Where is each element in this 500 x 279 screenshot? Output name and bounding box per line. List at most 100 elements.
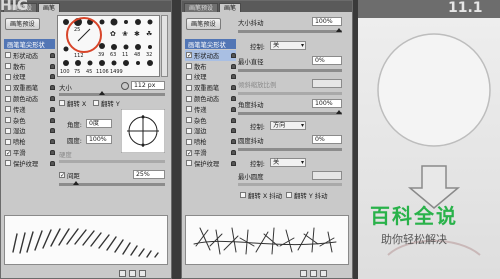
roundness-input[interactable]: 100% — [86, 135, 112, 144]
grid-view-icon[interactable] — [310, 269, 317, 277]
checkbox[interactable] — [186, 149, 192, 156]
lock-icon[interactable] — [231, 106, 236, 112]
toggle-preview-icon[interactable] — [300, 269, 307, 277]
brush-presets-button[interactable]: 画笔预设 — [186, 18, 221, 30]
tab-brush[interactable]: 画笔 — [38, 3, 61, 12]
lock-icon[interactable] — [50, 96, 55, 102]
checkbox[interactable] — [5, 138, 11, 145]
brush-angle-roundness-widget[interactable] — [121, 109, 165, 153]
lock-icon[interactable] — [231, 96, 236, 102]
slider-knob[interactable] — [99, 91, 105, 95]
list-item-color-dynamics[interactable]: 颜色动态 — [4, 93, 55, 104]
lock-icon[interactable] — [231, 74, 236, 80]
checkbox[interactable] — [5, 52, 11, 59]
checkbox[interactable] — [5, 106, 11, 113]
toggle-preview-icon[interactable] — [119, 269, 126, 277]
spacing-slider[interactable] — [59, 181, 165, 186]
checkbox[interactable] — [186, 73, 192, 80]
list-item-transfer[interactable]: 传递 — [185, 104, 236, 115]
checkbox[interactable] — [186, 63, 192, 70]
lock-icon[interactable] — [231, 160, 236, 166]
lock-icon[interactable] — [50, 74, 55, 80]
tab-brush-presets[interactable]: 画笔预设 — [184, 3, 219, 12]
lock-icon[interactable] — [50, 52, 55, 58]
list-item-scattering[interactable]: 散布 — [185, 61, 236, 72]
angle-jitter-slider[interactable] — [238, 110, 342, 115]
flip-y-checkbox[interactable] — [93, 100, 99, 106]
list-item-smoothing[interactable]: 平滑 — [4, 147, 55, 158]
reset-size-icon[interactable] — [121, 82, 129, 90]
tilt-scale-input[interactable] — [312, 79, 342, 88]
control-select-angle[interactable]: 方向 — [270, 121, 306, 130]
list-item-texture[interactable]: 纹理 — [4, 72, 55, 83]
min-diameter-slider[interactable] — [238, 69, 342, 72]
lock-icon[interactable] — [231, 128, 236, 134]
lock-icon[interactable] — [50, 63, 55, 69]
lock-icon[interactable] — [231, 85, 236, 91]
brush-presets-button[interactable]: 画笔预设 — [5, 18, 40, 30]
checkbox[interactable] — [5, 73, 11, 80]
checkbox[interactable] — [186, 117, 192, 124]
slider-knob[interactable] — [73, 181, 79, 185]
list-item-color-dynamics[interactable]: 颜色动态 — [185, 93, 236, 104]
roundness-jitter-input[interactable]: 0% — [312, 135, 342, 144]
list-item-texture[interactable]: 纹理 — [185, 72, 236, 83]
size-slider[interactable] — [59, 91, 165, 96]
list-item-noise[interactable]: 杂色 — [4, 115, 55, 126]
slider-knob[interactable] — [336, 110, 342, 114]
lock-icon[interactable] — [231, 150, 236, 156]
lock-icon[interactable] — [50, 85, 55, 91]
list-item-protect-texture[interactable]: 保护纹理 — [185, 158, 236, 169]
lock-icon[interactable] — [50, 106, 55, 112]
min-diameter-input[interactable]: 0% — [312, 56, 342, 65]
checkbox[interactable] — [5, 149, 11, 156]
roundness-jitter-slider[interactable] — [238, 148, 342, 151]
list-item-dual-brush[interactable]: 双重画笔 — [185, 82, 236, 93]
lock-icon[interactable] — [231, 52, 236, 58]
list-item-shape-dynamics[interactable]: 形状动态 — [185, 50, 236, 61]
spacing-input[interactable]: 25% — [133, 170, 165, 179]
checkbox[interactable] — [186, 160, 192, 167]
tab-brush[interactable]: 画笔 — [219, 3, 242, 12]
checkbox[interactable] — [5, 95, 11, 102]
list-item-noise[interactable]: 杂色 — [185, 115, 236, 126]
lock-icon[interactable] — [231, 117, 236, 123]
checkbox[interactable] — [186, 95, 192, 102]
lock-icon[interactable] — [50, 160, 55, 166]
lock-icon[interactable] — [231, 139, 236, 145]
flip-y-jitter-checkbox[interactable] — [286, 192, 292, 198]
list-item-wet-edges[interactable]: 湿边 — [4, 126, 55, 137]
checkbox[interactable] — [186, 138, 192, 145]
control-select-size[interactable]: 关 — [270, 41, 306, 50]
angle-jitter-input[interactable]: 100% — [312, 99, 342, 108]
checkbox[interactable] — [5, 160, 11, 167]
lock-icon[interactable] — [50, 150, 55, 156]
size-input[interactable]: 112 px — [131, 81, 165, 90]
grid-scrollbar[interactable] — [161, 15, 168, 77]
new-preset-icon[interactable] — [320, 269, 327, 277]
spacing-checkbox[interactable] — [59, 172, 65, 178]
checkbox[interactable] — [5, 84, 11, 91]
list-item-brush-tip-shape[interactable]: 画笔笔尖形状 — [4, 39, 55, 49]
list-item-airbrush[interactable]: 喷枪 — [4, 136, 55, 147]
checkbox[interactable] — [186, 52, 192, 59]
lock-icon[interactable] — [50, 117, 55, 123]
grid-view-icon[interactable] — [129, 269, 136, 277]
new-preset-icon[interactable] — [139, 269, 146, 277]
size-jitter-input[interactable]: 100% — [312, 17, 342, 26]
size-jitter-slider[interactable] — [238, 28, 342, 33]
list-item-dual-brush[interactable]: 双重画笔 — [4, 82, 55, 93]
list-item-brush-tip-shape[interactable]: 画笔笔尖形状 — [185, 39, 236, 49]
checkbox[interactable] — [5, 117, 11, 124]
checkbox[interactable] — [186, 106, 192, 113]
control-select-roundness[interactable]: 关 — [270, 158, 306, 167]
tilt-scale-slider[interactable] — [238, 92, 342, 95]
lock-icon[interactable] — [50, 139, 55, 145]
angle-input[interactable]: 0度 — [86, 119, 112, 128]
list-item-smoothing[interactable]: 平滑 — [185, 147, 236, 158]
hardness-slider[interactable] — [59, 160, 165, 163]
lock-icon[interactable] — [231, 63, 236, 69]
min-roundness-slider[interactable] — [238, 183, 342, 186]
list-item-protect-texture[interactable]: 保护纹理 — [4, 158, 55, 169]
flip-x-jitter-checkbox[interactable] — [240, 192, 246, 198]
